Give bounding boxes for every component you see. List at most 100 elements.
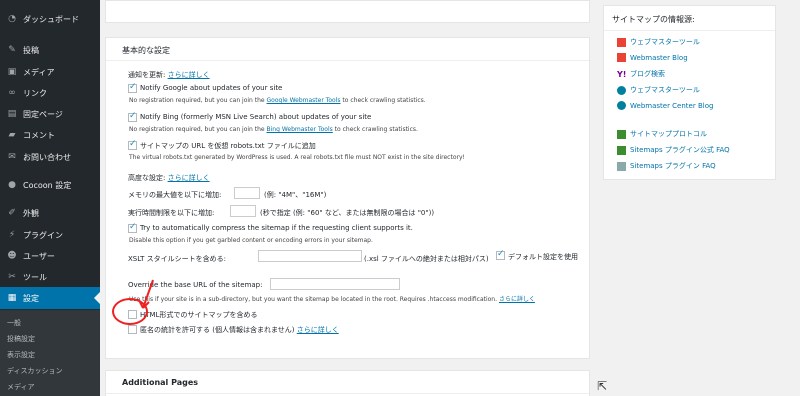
memory-label: メモリの最大値を以下に増加: bbox=[128, 191, 222, 199]
sitemap-icon bbox=[617, 129, 626, 139]
compress-checkbox[interactable] bbox=[128, 222, 137, 233]
source-link[interactable]: Sitemaps プラグイン公式 FAQ bbox=[617, 145, 730, 155]
override-more-link[interactable]: さらに詳しく bbox=[499, 296, 535, 303]
sidebar-item-label: ユーザー bbox=[23, 251, 55, 261]
settings-submenu: 一般 投稿設定 表示設定 ディスカッション メディア bbox=[0, 310, 100, 396]
desc-text: Use this if your site is in a sub-direct… bbox=[129, 296, 498, 303]
desc-text: to check crawling statistics. bbox=[340, 97, 426, 104]
notify-label: 通知を更新: bbox=[128, 71, 166, 79]
desc-text: No registration required, but you can jo… bbox=[129, 126, 267, 133]
source-link-label: Sitemaps プラグイン FAQ bbox=[630, 162, 716, 170]
bing-icon bbox=[617, 101, 626, 110]
sitemap-sources-panel: サイトマップの情報源: ウェブマスターツール Webmaster Blog Y!… bbox=[603, 5, 776, 180]
sidebar-item-plugins[interactable]: ⚡ プラグイン bbox=[0, 224, 100, 246]
override-input[interactable] bbox=[270, 278, 400, 290]
google-notify-desc: No registration required, but you can jo… bbox=[129, 97, 426, 104]
sidebar-item-settings[interactable]: ▦ 設定 bbox=[0, 287, 100, 309]
sidebar-item-tools[interactable]: ✂ ツール bbox=[0, 266, 100, 288]
bing-icon bbox=[617, 85, 626, 95]
desc-text: No registration required, but you can jo… bbox=[129, 97, 267, 104]
google-notify-checkbox[interactable] bbox=[128, 82, 137, 93]
advanced-label: 高度な設定: bbox=[128, 174, 166, 182]
xslt-default-label: デフォルト設定を使用 bbox=[508, 253, 578, 261]
sidebar-item-contact[interactable]: ✉ お問い合わせ bbox=[0, 146, 100, 168]
memory-input[interactable] bbox=[234, 187, 260, 199]
source-link[interactable]: Y! ブログ検索 bbox=[617, 69, 665, 79]
sidebar-item-label: 投稿 bbox=[23, 45, 39, 55]
comment-icon: ▰ bbox=[8, 130, 16, 140]
wrench-icon: ✂ bbox=[8, 272, 16, 282]
memory-hint: (例: "4M"、"16M") bbox=[264, 191, 327, 199]
sidebar-item-label: プラグイン bbox=[23, 230, 63, 240]
mouse-cursor-icon: ⇱ bbox=[597, 379, 608, 393]
source-link[interactable]: Sitemaps プラグイン FAQ bbox=[617, 161, 716, 171]
sidebar-item-cocoon[interactable]: ● Cocoon 設定 bbox=[0, 174, 100, 196]
bing-notify-checkbox[interactable] bbox=[128, 111, 137, 122]
advanced-more-link[interactable]: さらに詳しく bbox=[168, 174, 210, 182]
source-link[interactable]: ウェブマスターツール bbox=[617, 85, 700, 95]
notify-more-link[interactable]: さらに詳しく bbox=[168, 71, 210, 79]
settings-icon: ▦ bbox=[7, 293, 17, 303]
anon-stats-checkbox[interactable] bbox=[128, 325, 137, 334]
sidebar-item-label: ツール bbox=[23, 272, 47, 282]
time-label: 実行時間制限を以下に増加: bbox=[128, 209, 215, 217]
google-webmaster-link[interactable]: Google Webmaster Tools bbox=[267, 97, 341, 104]
sidebar-item-media[interactable]: ▣ メディア bbox=[0, 61, 100, 83]
sidebar-item-label: リンク bbox=[23, 88, 47, 98]
submenu-item-media[interactable]: メディア bbox=[7, 382, 35, 392]
sidebar-item-label: 固定ページ bbox=[23, 109, 63, 119]
user-icon: ☻ bbox=[7, 251, 17, 261]
divider bbox=[604, 30, 775, 31]
xslt-label: XSLT スタイルシートを含める: bbox=[128, 255, 227, 263]
sidebar-item-comments[interactable]: ▰ コメント bbox=[0, 124, 100, 146]
brush-icon: ✐ bbox=[8, 208, 16, 218]
sidebar-item-label: ダッシュボード bbox=[23, 14, 79, 24]
divider bbox=[106, 60, 589, 61]
google-icon bbox=[617, 53, 626, 62]
sidebar-item-posts[interactable]: ✎ 投稿 bbox=[0, 39, 100, 61]
html-sitemap-label: HTML形式でのサイトマップを含める bbox=[140, 311, 258, 319]
submenu-item-writing[interactable]: 投稿設定 bbox=[7, 334, 35, 344]
submenu-item-reading[interactable]: 表示設定 bbox=[7, 350, 35, 360]
robots-label: サイトマップの URL を仮想 robots.txt ファイルに追加 bbox=[140, 142, 316, 150]
pin-icon: ✎ bbox=[8, 45, 16, 55]
xslt-default-checkbox[interactable] bbox=[496, 249, 505, 260]
xslt-input[interactable] bbox=[258, 250, 362, 262]
admin-sidebar: ◔ ダッシュボード ✎ 投稿 ▣ メディア ∞ リンク ▤ 固定ページ ▰ コメント ✉ お問… bbox=[0, 0, 100, 396]
sidebar-item-users[interactable]: ☻ ユーザー bbox=[0, 245, 100, 267]
info-title: サイトマップの情報源: bbox=[612, 15, 695, 24]
robots-checkbox[interactable] bbox=[128, 139, 137, 150]
divider bbox=[106, 393, 589, 394]
source-link-label: Webmaster Center Blog bbox=[630, 101, 714, 110]
sidebar-item-label: メディア bbox=[23, 67, 55, 77]
robots-desc: The virtual robots.txt generated by Word… bbox=[129, 154, 465, 161]
source-link[interactable]: Webmaster Blog bbox=[617, 53, 688, 62]
override-desc: Use this if your site is in a sub-direct… bbox=[129, 294, 535, 303]
time-input[interactable] bbox=[230, 205, 256, 217]
submenu-item-discussion[interactable]: ディスカッション bbox=[7, 366, 63, 376]
annotation-arrow-icon bbox=[138, 279, 154, 309]
bing-webmaster-link[interactable]: Bing Webmaster Tools bbox=[267, 126, 333, 133]
anon-stats-heading: 匿名の統計を許可する (個人情報は含まれません) さらに詳しく bbox=[140, 325, 339, 335]
sidebar-item-links[interactable]: ∞ リンク bbox=[0, 82, 100, 104]
link-icon: ∞ bbox=[8, 88, 16, 98]
source-link[interactable]: ウェブマスターツール bbox=[617, 37, 700, 47]
source-link-label: ブログ検索 bbox=[630, 70, 665, 78]
anon-more-link[interactable]: さらに詳しく bbox=[297, 326, 339, 334]
mail-icon: ✉ bbox=[8, 152, 16, 162]
source-link[interactable]: Webmaster Center Blog bbox=[617, 101, 713, 110]
sitemap-icon bbox=[617, 145, 626, 155]
additional-pages-panel: Additional Pages bbox=[105, 370, 590, 396]
source-link[interactable]: サイトマッププロトコル bbox=[617, 129, 707, 139]
sidebar-item-pages[interactable]: ▤ 固定ページ bbox=[0, 103, 100, 125]
plugin-icon: ⚡ bbox=[8, 230, 16, 240]
yahoo-icon: Y! bbox=[617, 69, 627, 79]
sidebar-item-dashboard[interactable]: ◔ ダッシュボード bbox=[0, 8, 100, 30]
cocoon-icon: ● bbox=[8, 180, 16, 190]
source-link-label: ウェブマスターツール bbox=[630, 38, 700, 46]
submenu-item-general[interactable]: 一般 bbox=[7, 318, 21, 328]
sidebar-item-appearance[interactable]: ✐ 外観 bbox=[0, 202, 100, 224]
google-icon bbox=[617, 37, 626, 47]
bing-notify-desc: No registration required, but you can jo… bbox=[129, 126, 418, 133]
anon-stats-label: 匿名の統計を許可する (個人情報は含まれません) bbox=[140, 326, 295, 334]
